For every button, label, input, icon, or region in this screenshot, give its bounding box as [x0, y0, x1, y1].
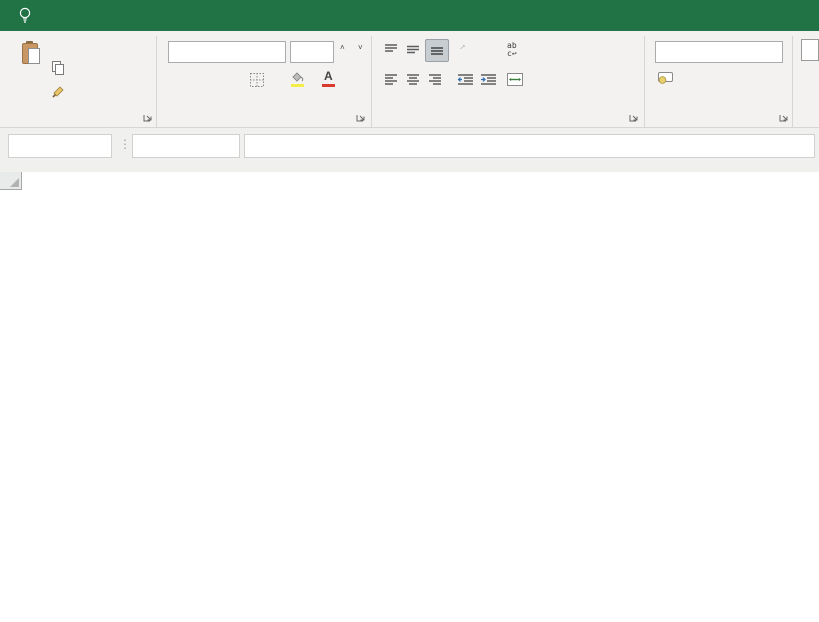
- select-all-triangle-icon: [10, 178, 19, 187]
- formula-input[interactable]: [244, 134, 815, 158]
- increase-indent-button[interactable]: [480, 73, 497, 86]
- dialog-launcher-icon: [143, 112, 153, 122]
- borders-button[interactable]: [250, 73, 268, 87]
- fill-color-icon: [290, 71, 305, 87]
- formula-bar: ⋮: [0, 128, 819, 172]
- align-right-icon: [427, 73, 443, 86]
- align-center-button[interactable]: [405, 73, 421, 86]
- decrease-indent-icon: [457, 73, 474, 86]
- dialog-launcher-icon: [629, 112, 639, 122]
- ribbon-tab-bar: [0, 0, 819, 31]
- merge-center-icon: [507, 73, 523, 86]
- align-left-button[interactable]: [383, 73, 399, 86]
- copy-button[interactable]: [52, 59, 72, 75]
- top-align-button[interactable]: [383, 43, 399, 56]
- format-painter-icon: [52, 85, 65, 98]
- conditional-formatting-icon: [801, 39, 819, 61]
- clipboard-dialog-launcher[interactable]: [143, 111, 155, 123]
- font-dialog-launcher[interactable]: [356, 111, 368, 123]
- cut-button[interactable]: [52, 40, 57, 56]
- copy-icon: [52, 61, 63, 74]
- ribbon: ˄ ˅: [0, 31, 819, 128]
- select-all-button[interactable]: [0, 172, 22, 190]
- decrease-indent-button[interactable]: [457, 73, 474, 86]
- paste-icon: [22, 42, 39, 63]
- format-painter-button[interactable]: [52, 83, 70, 99]
- fill-color-button[interactable]: [290, 71, 309, 87]
- font-color-button[interactable]: A: [322, 71, 340, 87]
- bottom-align-icon: [429, 44, 445, 57]
- top-align-icon: [383, 43, 399, 56]
- align-center-icon: [405, 73, 421, 86]
- excel-window: ˄ ˅: [0, 0, 819, 622]
- middle-align-icon: [405, 43, 421, 56]
- font-size-combo[interactable]: [290, 41, 334, 63]
- paste-button[interactable]: [8, 40, 52, 106]
- align-left-icon: [383, 73, 399, 86]
- merge-center-button[interactable]: [507, 73, 532, 86]
- wrap-text-icon: abc↩: [507, 42, 517, 58]
- bottom-align-button[interactable]: [425, 39, 449, 62]
- number-dialog-launcher[interactable]: [779, 111, 791, 123]
- accounting-icon: [657, 71, 674, 84]
- tell-me-box[interactable]: [18, 0, 41, 31]
- lightbulb-icon: [18, 7, 32, 25]
- name-box[interactable]: [8, 134, 112, 158]
- font-name-combo[interactable]: [168, 41, 286, 63]
- formula-buttons: [132, 134, 240, 158]
- decrease-font-size-button[interactable]: ˅: [358, 43, 363, 52]
- font-color-icon: A: [322, 71, 336, 87]
- number-format-combo[interactable]: [655, 41, 783, 63]
- worksheet-grid: [0, 172, 819, 622]
- middle-align-button[interactable]: [405, 43, 421, 56]
- increase-font-size-button[interactable]: ˄: [340, 43, 345, 52]
- dialog-launcher-icon: [779, 112, 789, 122]
- formula-bar-splitter[interactable]: ⋮: [119, 137, 131, 151]
- wrap-text-button[interactable]: abc↩: [507, 42, 522, 58]
- increase-indent-icon: [480, 73, 497, 86]
- accounting-format-button[interactable]: [657, 71, 678, 84]
- align-right-button[interactable]: [427, 73, 443, 86]
- dialog-launcher-icon: [356, 112, 366, 122]
- orientation-button[interactable]: →: [457, 41, 470, 51]
- borders-icon: [250, 73, 264, 87]
- alignment-dialog-launcher[interactable]: [629, 111, 641, 123]
